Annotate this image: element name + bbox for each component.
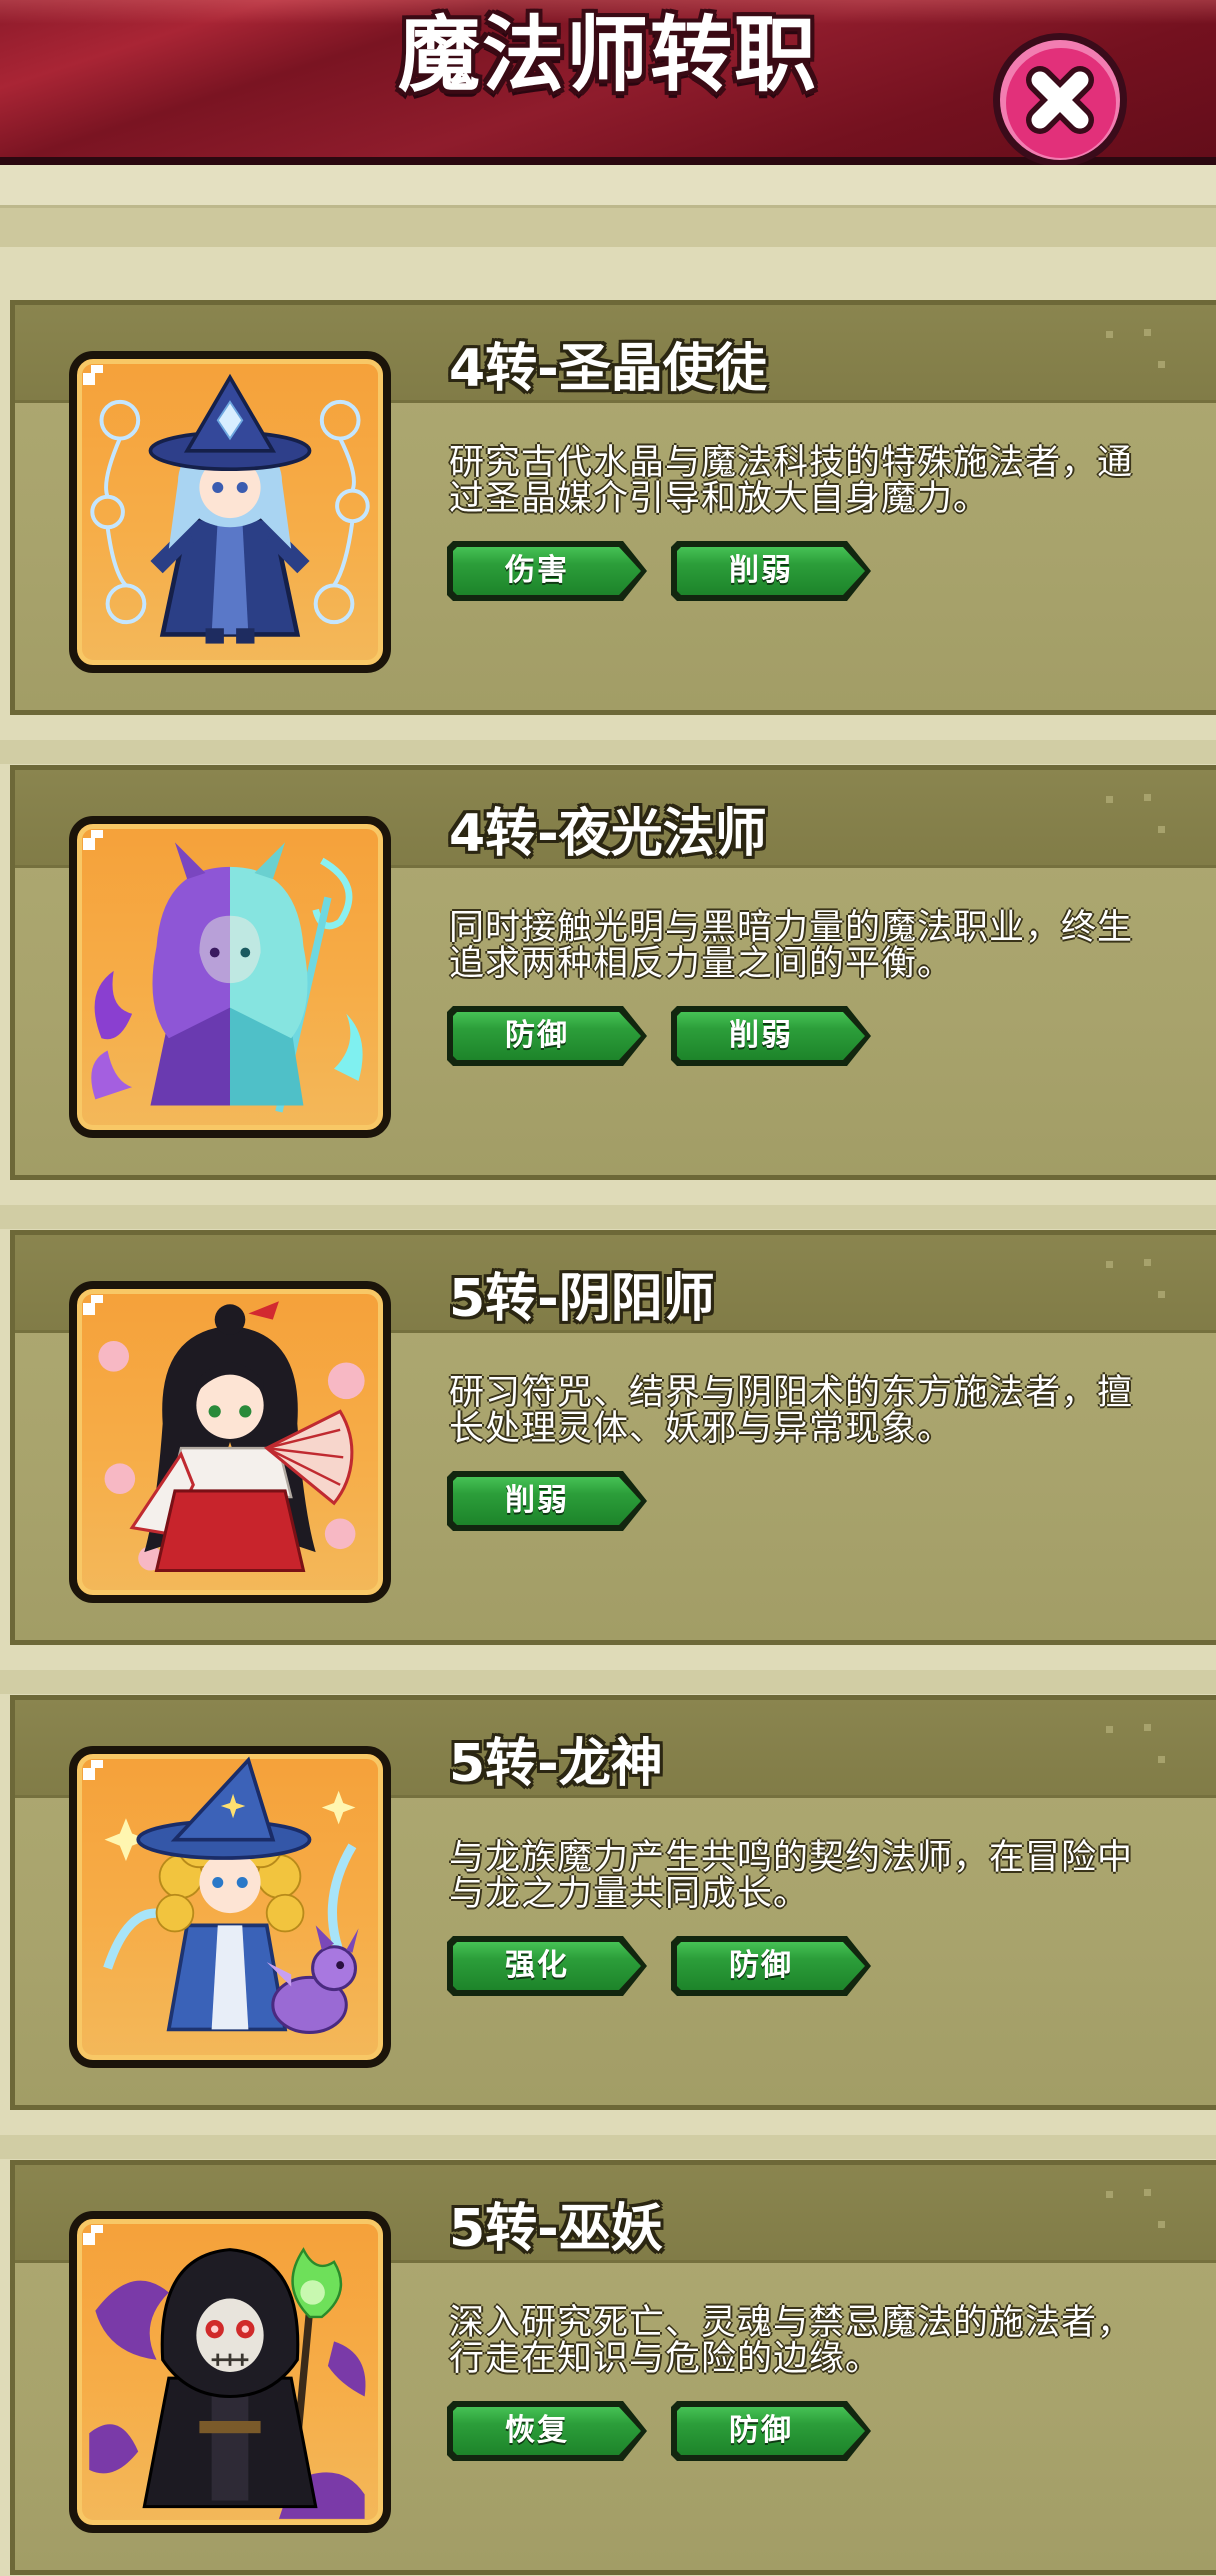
nightlight-mage-portrait — [69, 816, 391, 1138]
description-line: 研究古代水晶与魔法科技的特殊施法者，通 — [449, 443, 1134, 483]
tag-badge: 削弱 — [447, 1471, 647, 1531]
tag-label: 防御 — [729, 1948, 793, 1983]
class-description: 同时接触光明与黑暗力量的魔法职业，终生 追求两种相反力量之间的平衡。 — [449, 910, 1189, 982]
class-card-onmyoji[interactable]: 5转-阴阳师 研习符咒、结界与阴阳术的东方施法者，擅 长处理灵体、妖邪与异常现象… — [10, 1230, 1216, 1645]
card-dots-decoration — [1100, 323, 1180, 383]
description-line: 过圣晶媒介引导和放大自身魔力。 — [449, 479, 990, 519]
class-card-lich[interactable]: 5转-巫妖 深入研究死亡、灵魂与禁忌魔法的施法者， 行走在知识与危险的边缘。 恢… — [10, 2160, 1216, 2575]
decor-dot — [1106, 331, 1113, 338]
tag-badge: 防御 — [671, 2401, 871, 2461]
tag-label: 防御 — [729, 2413, 793, 2448]
crystal-saint-portrait — [69, 351, 391, 673]
description-line: 同时接触光明与黑暗力量的魔法职业，终生 — [449, 908, 1134, 948]
description-line: 行走在知识与危险的边缘。 — [449, 2339, 882, 2379]
class-tags: 恢复 防御 — [447, 2401, 871, 2461]
tag-badge: 削弱 — [671, 541, 871, 601]
decor-dot — [1144, 1724, 1151, 1731]
dragon-god-portrait — [69, 1746, 391, 2068]
class-card-nightlight-mage[interactable]: 4转-夜光法师 同时接触光明与黑暗力量的魔法职业，终生 追求两种相反力量之间的平… — [10, 765, 1216, 1180]
tag-badge: 强化 — [447, 1936, 647, 1996]
decor-dot — [1158, 361, 1165, 368]
decor-dot — [1158, 2221, 1165, 2228]
class-card-dragon-god[interactable]: 5转-龙神 与龙族魔力产生共鸣的契约法师，在冒险中 与龙之力量共同成长。 强化 … — [10, 1695, 1216, 2110]
tag-label: 恢复 — [505, 2413, 569, 2448]
tag-badge: 防御 — [671, 1936, 871, 1996]
tag-label: 防御 — [505, 1018, 569, 1053]
dialog-header: 魔法师转职 — [0, 0, 1216, 167]
portrait-art — [103, 1756, 359, 2034]
class-description: 研究古代水晶与魔法科技的特殊施法者，通 过圣晶媒介引导和放大自身魔力。 — [449, 445, 1189, 517]
tag-badge: 防御 — [447, 1006, 647, 1066]
decor-dot — [1106, 1726, 1113, 1733]
tag-label: 强化 — [505, 1948, 569, 1983]
tag-badge: 削弱 — [671, 1006, 871, 1066]
decor-dot — [1144, 1259, 1151, 1266]
description-line: 长处理灵体、妖邪与异常现象。 — [449, 1409, 954, 1449]
description-line: 研习符咒、结界与阴阳术的东方施法者，擅 — [449, 1373, 1134, 1413]
portrait-art — [90, 373, 370, 644]
portrait-art — [91, 842, 363, 1113]
decor-dot — [1158, 1756, 1165, 1763]
description-line: 与龙之力量共同成长。 — [449, 1874, 810, 1914]
tag-label: 削弱 — [505, 1483, 569, 1518]
decor-dot — [1144, 794, 1151, 801]
class-title: 4转-夜光法师 — [449, 804, 767, 864]
decor-dot — [1158, 1291, 1165, 1298]
description-line: 深入研究死亡、灵魂与禁忌魔法的施法者， — [449, 2303, 1134, 2343]
decor-dot — [1144, 2189, 1151, 2196]
card-dots-decoration — [1100, 1253, 1180, 1313]
class-tags: 防御 削弱 — [447, 1006, 871, 1066]
close-button[interactable] — [990, 30, 1130, 170]
class-tags: 强化 防御 — [447, 1936, 871, 1996]
decor-dot — [1144, 329, 1151, 336]
close-icon — [993, 33, 1127, 167]
tag-label: 削弱 — [729, 1018, 793, 1053]
class-description: 研习符咒、结界与阴阳术的东方施法者，擅 长处理灵体、妖邪与异常现象。 — [449, 1375, 1189, 1447]
class-tags: 伤害 削弱 — [447, 541, 871, 601]
tag-label: 削弱 — [729, 553, 793, 588]
class-card-crystal-saint[interactable]: 4转-圣晶使徒 研究古代水晶与魔法科技的特殊施法者，通 过圣晶媒介引导和放大自身… — [10, 300, 1216, 715]
class-description: 与龙族魔力产生共鸣的契约法师，在冒险中 与龙之力量共同成长。 — [449, 1840, 1189, 1912]
header-underline-strip — [0, 165, 1216, 205]
decor-dot — [1106, 2191, 1113, 2198]
class-title: 5转-龙神 — [449, 1734, 663, 1794]
tag-label: 伤害 — [505, 553, 569, 588]
class-title: 5转-巫妖 — [449, 2199, 663, 2259]
class-tags: 削弱 — [447, 1471, 647, 1531]
portrait-art — [89, 2247, 366, 2519]
portrait-art — [98, 1301, 365, 1573]
description-line: 与龙族魔力产生共鸣的契约法师，在冒险中 — [449, 1838, 1134, 1878]
divider-strip — [0, 1205, 1216, 1229]
divider-strip — [0, 2135, 1216, 2159]
divider-strip — [0, 740, 1216, 764]
class-description: 深入研究死亡、灵魂与禁忌魔法的施法者， 行走在知识与危险的边缘。 — [449, 2305, 1189, 2377]
description-line: 追求两种相反力量之间的平衡。 — [449, 944, 954, 984]
card-dots-decoration — [1100, 1718, 1180, 1778]
decor-dot — [1106, 1261, 1113, 1268]
header-shelf-strip — [0, 205, 1216, 247]
class-title: 5转-阴阳师 — [449, 1269, 715, 1329]
decor-dot — [1158, 826, 1165, 833]
tag-badge: 伤害 — [447, 541, 647, 601]
decor-dot — [1106, 796, 1113, 803]
lich-portrait — [69, 2211, 391, 2533]
class-title: 4转-圣晶使徒 — [449, 339, 767, 399]
card-dots-decoration — [1100, 788, 1180, 848]
onmyoji-portrait — [69, 1281, 391, 1603]
tag-badge: 恢复 — [447, 2401, 647, 2461]
card-dots-decoration — [1100, 2183, 1180, 2243]
divider-strip — [0, 1670, 1216, 1694]
